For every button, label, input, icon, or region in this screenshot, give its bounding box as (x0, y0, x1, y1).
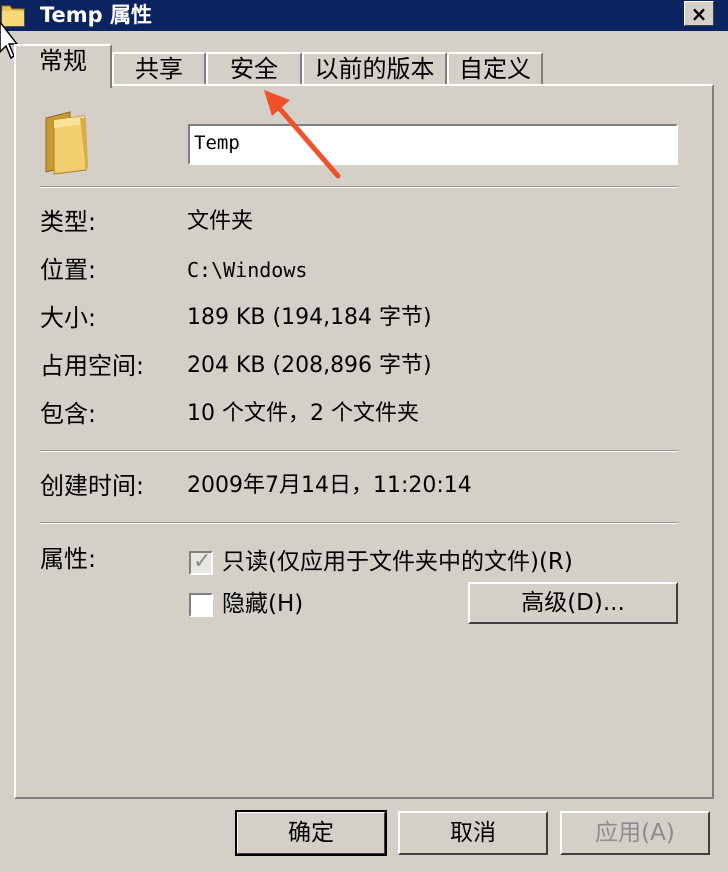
tab-security[interactable]: 安全 (206, 52, 302, 86)
tab-label: 以前的版本 (314, 55, 435, 83)
title-bar[interactable]: Temp 属性 × (0, 0, 728, 31)
tab-label: 共享 (135, 55, 183, 83)
window-title: Temp 属性 (40, 3, 153, 27)
cancel-button-label: 取消 (450, 820, 496, 846)
ok-button-label: 确定 (288, 820, 334, 846)
size-on-disk-value: 204 KB (208,896 字节) (187, 353, 432, 378)
general-tab-panel (14, 84, 714, 799)
cancel-button[interactable]: 取消 (398, 811, 548, 855)
size-on-disk-label: 占用空间: (40, 352, 145, 380)
type-value: 文件夹 (187, 209, 254, 234)
type-label: 类型: (40, 208, 97, 236)
close-button[interactable]: × (684, 1, 714, 26)
readonly-label[interactable]: 只读(仅应用于文件夹中的文件)(R) (222, 547, 573, 577)
contains-value: 10 个文件，2 个文件夹 (187, 401, 419, 426)
advanced-button-label: 高级(D)... (521, 590, 625, 616)
apply-button-label: 应用(A) (595, 820, 675, 846)
apply-button[interactable]: 应用(A) (560, 811, 710, 855)
tab-sharing[interactable]: 共享 (112, 52, 206, 86)
tab-label: 常规 (39, 47, 87, 75)
hidden-label[interactable]: 隐藏(H) (222, 589, 303, 619)
created-label: 创建时间: (40, 472, 145, 500)
folder-icon (45, 111, 88, 175)
contains-label: 包含: (40, 400, 97, 428)
advanced-button[interactable]: 高级(D)... (468, 582, 678, 624)
separator (40, 450, 678, 452)
tab-previous-versions[interactable]: 以前的版本 (302, 52, 447, 86)
hidden-checkbox[interactable] (189, 593, 213, 617)
location-label: 位置: (40, 256, 97, 284)
tab-customize[interactable]: 自定义 (447, 52, 543, 86)
readonly-checkbox[interactable]: ✓ (189, 549, 213, 575)
checkmark-icon: ✓ (193, 549, 212, 574)
attributes-label: 属性: (40, 545, 97, 573)
created-value: 2009年7月14日，11:20:14 (187, 473, 472, 498)
separator (40, 186, 678, 188)
close-icon: × (690, 1, 708, 26)
ok-button[interactable]: 确定 (235, 810, 387, 856)
arrow-icon (264, 90, 341, 179)
tab-label: 自定义 (459, 55, 531, 83)
location-value: C:\Windows (187, 258, 308, 282)
separator (40, 522, 678, 524)
tab-label: 安全 (230, 55, 278, 83)
size-label: 大小: (40, 304, 97, 332)
size-value: 189 KB (194,184 字节) (187, 305, 432, 330)
tab-general[interactable]: 常规 (14, 44, 112, 88)
